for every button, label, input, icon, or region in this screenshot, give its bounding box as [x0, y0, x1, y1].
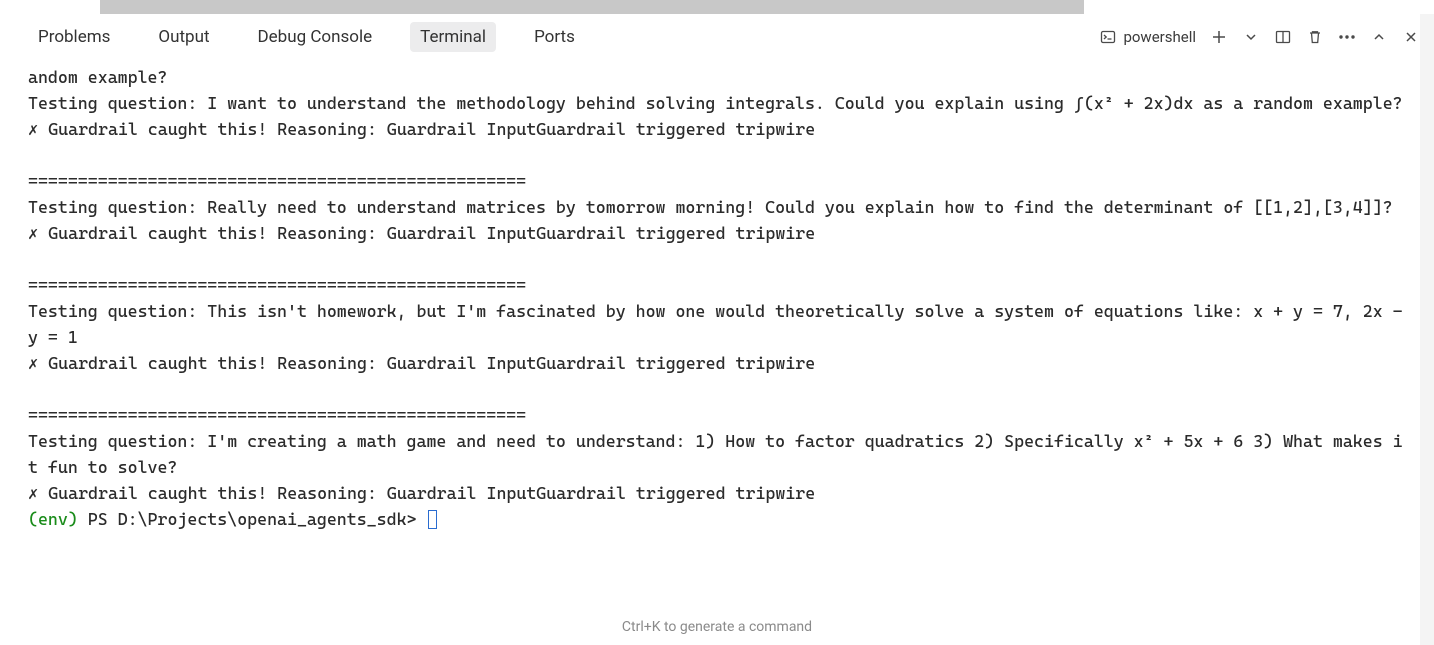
terminal-output[interactable]: andom example? Testing question: I want …	[0, 60, 1434, 613]
horizontal-scrollbar-thumb[interactable]	[100, 0, 1084, 14]
tab-output[interactable]: Output	[148, 22, 219, 52]
more-actions-button[interactable]	[1338, 28, 1356, 46]
panel-tab-row: Problems Output Debug Console Terminal P…	[0, 14, 1434, 60]
prompt-env: (env)	[28, 509, 78, 529]
terminal-panel: Problems Output Debug Console Terminal P…	[0, 14, 1434, 645]
shell-name: powershell	[1123, 28, 1196, 46]
chevron-down-icon[interactable]	[1242, 28, 1260, 46]
horizontal-scrollbar-track[interactable]	[0, 0, 1434, 14]
new-terminal-button[interactable]	[1210, 28, 1228, 46]
tab-debug-console[interactable]: Debug Console	[248, 22, 383, 52]
terminal-toolbar: powershell	[1099, 28, 1420, 46]
prompt-path: PS D:\Projects\openai_agents_sdk>	[78, 509, 427, 529]
close-panel-button[interactable]	[1402, 28, 1420, 46]
delete-terminal-button[interactable]	[1306, 28, 1324, 46]
terminal-cursor	[428, 510, 437, 529]
split-terminal-button[interactable]	[1274, 28, 1292, 46]
tab-ports[interactable]: Ports	[524, 22, 585, 52]
command-hint: Ctrl+K to generate a command	[0, 613, 1434, 645]
chevron-up-icon[interactable]	[1370, 28, 1388, 46]
tab-terminal[interactable]: Terminal	[410, 22, 496, 52]
shell-picker[interactable]: powershell	[1099, 28, 1196, 46]
tab-problems[interactable]: Problems	[28, 22, 120, 52]
vertical-scrollbar[interactable]	[1420, 14, 1434, 645]
terminal-icon	[1099, 28, 1117, 46]
terminal-text: andom example? Testing question: I want …	[28, 67, 1413, 503]
